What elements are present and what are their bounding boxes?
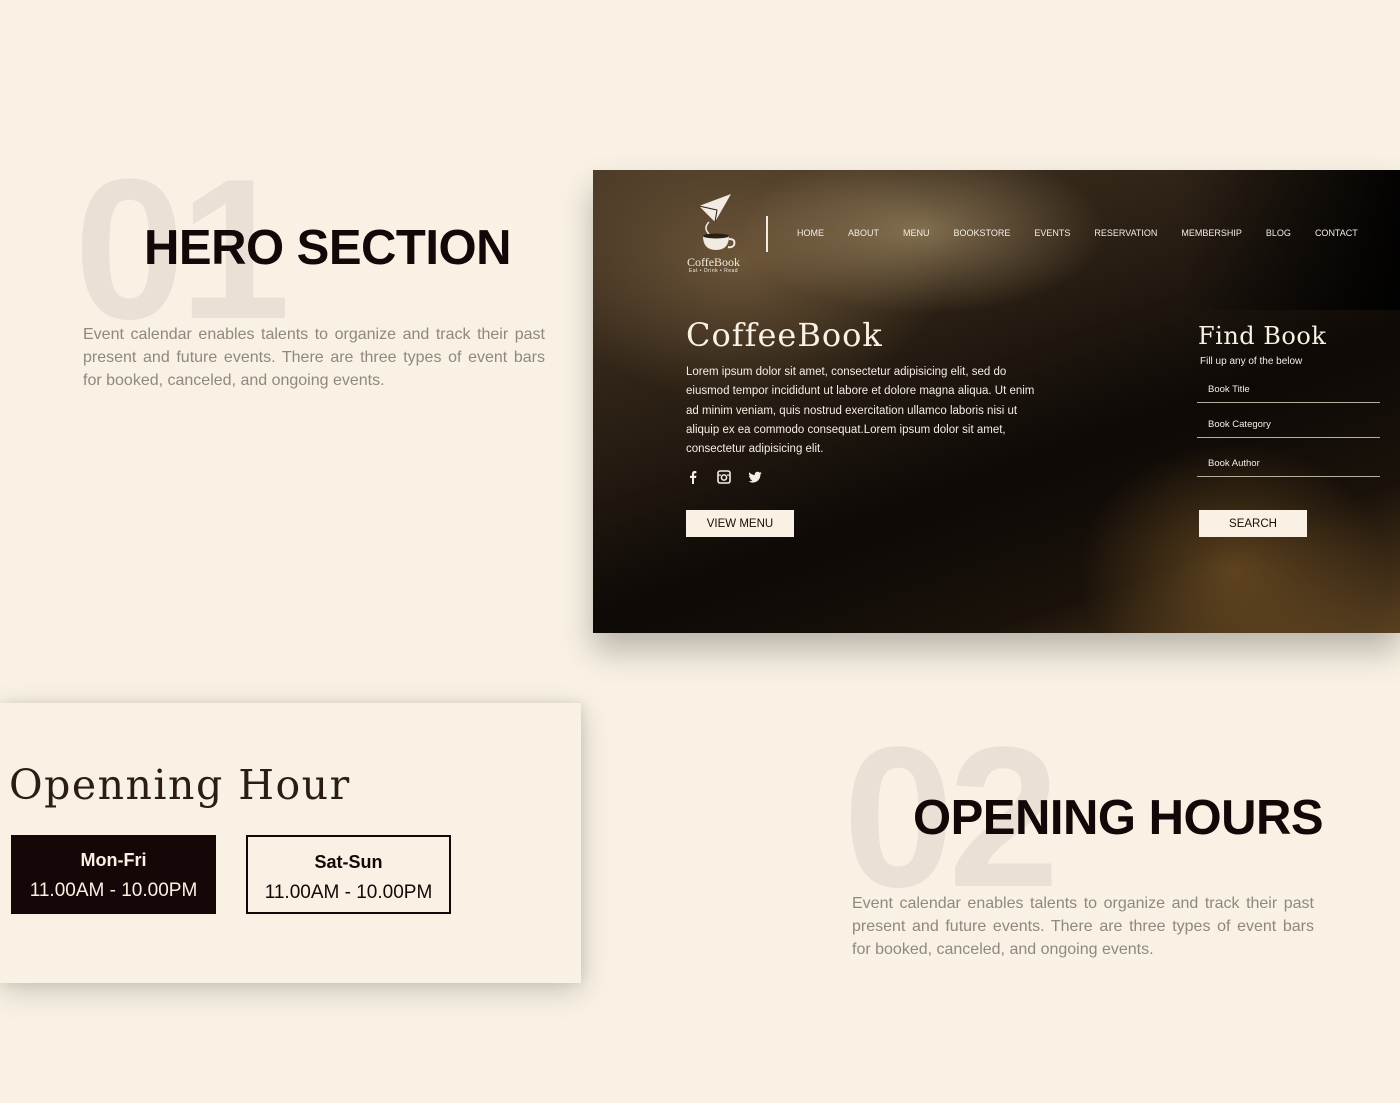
logo-tagline: Eat • Drink • Read (688, 268, 739, 274)
nav-divider (766, 216, 768, 252)
weekday-hours-box: Mon-Fri 11.00AM - 10.00PM (11, 835, 216, 914)
book-category-field[interactable]: Book Category (1197, 419, 1380, 438)
find-book-subtitle: Fill up any of the below (1200, 356, 1303, 367)
section-title-opening-hours: OPENING HOURS (913, 791, 1324, 845)
nav-item-blog[interactable]: BLOG (1266, 228, 1291, 238)
opening-hours-card: Openning Hour Mon-Fri 11.00AM - 10.00PM … (0, 703, 581, 983)
nav-item-membership[interactable]: MEMBERSHIP (1181, 228, 1242, 238)
nav-item-about[interactable]: ABOUT (848, 228, 879, 238)
hero-mockup: CoffeBook Eat • Drink • Read HOME ABOUT … (593, 170, 1400, 633)
nav-item-menu[interactable]: MENU (903, 228, 930, 238)
section-description-hero: Event calendar enables talents to organi… (83, 326, 545, 389)
social-links (686, 470, 762, 484)
nav-item-contact[interactable]: CONTACT (1315, 228, 1358, 238)
logo-brand-text: CoffeBook (686, 255, 741, 269)
hero-shadow-overlay (1180, 170, 1400, 310)
weekend-label: Sat-Sun (314, 852, 383, 872)
hero-body-text: Lorem ipsum dolor sit amet, consectetur … (686, 366, 1035, 456)
find-book-title: Find Book (1198, 322, 1327, 350)
weekday-label: Mon-Fri (80, 850, 147, 870)
twitter-icon[interactable] (748, 470, 762, 484)
main-nav: HOME ABOUT MENU BOOKSTORE EVENTS RESERVA… (797, 228, 1382, 238)
nav-item-events[interactable]: EVENTS (1034, 228, 1070, 238)
opening-hours-card-title: Openning Hour (9, 761, 351, 809)
book-author-field[interactable]: Book Author (1197, 458, 1380, 477)
weekday-time: 11.00AM - 10.00PM (29, 880, 198, 901)
book-title-field[interactable]: Book Title (1197, 384, 1380, 403)
section-title-hero: HERO SECTION (144, 221, 511, 275)
view-menu-button[interactable]: VIEW MENU (686, 510, 794, 537)
section-description-opening-hours: Event calendar enables talents to organi… (852, 895, 1314, 958)
search-button[interactable]: SEARCH (1199, 510, 1307, 537)
instagram-icon[interactable] (717, 470, 731, 484)
facebook-icon[interactable] (686, 470, 700, 484)
paper-plane-cup-icon (698, 194, 735, 250)
nav-item-reservation[interactable]: RESERVATION (1094, 228, 1157, 238)
weekend-time: 11.00AM - 10.00PM (264, 882, 433, 903)
hero-title: CoffeeBook (686, 316, 883, 354)
weekend-hours-box: Sat-Sun 11.00AM - 10.00PM (246, 835, 451, 914)
nav-item-bookstore[interactable]: BOOKSTORE (954, 228, 1011, 238)
nav-item-home[interactable]: HOME (797, 228, 824, 238)
coffebook-logo[interactable]: CoffeBook Eat • Drink • Read (681, 192, 746, 282)
